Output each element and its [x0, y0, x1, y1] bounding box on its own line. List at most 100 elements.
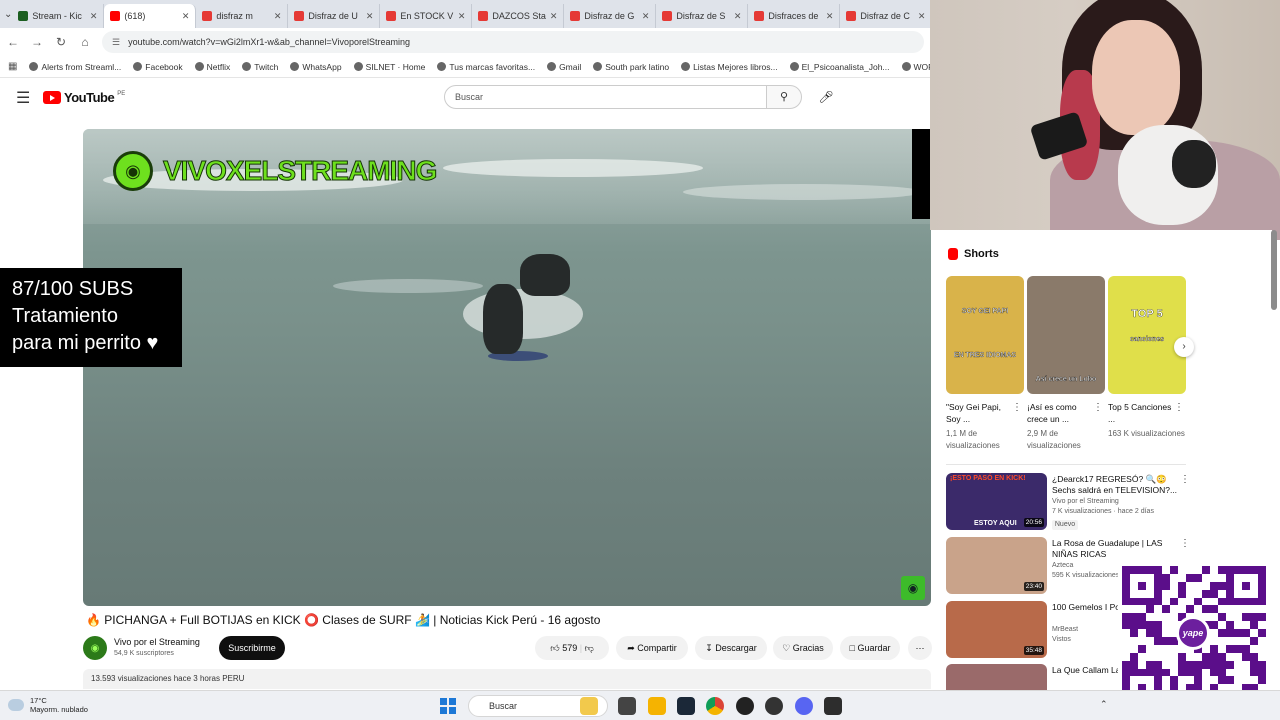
file-explorer-icon[interactable]	[648, 697, 666, 715]
shorts-next-arrow-icon[interactable]: ›	[1174, 337, 1194, 357]
close-tab-icon[interactable]: ✕	[734, 11, 742, 22]
short-thumb-text: SOY GEI PAPI	[961, 308, 1009, 315]
apps-grid-icon[interactable]: ▦	[8, 61, 17, 72]
forward-icon[interactable]: →	[30, 35, 44, 49]
browser-tab[interactable]: Stream - Kic ✕	[12, 4, 105, 28]
tab-title: disfraz m	[216, 11, 253, 21]
close-tab-icon[interactable]: ✕	[90, 11, 98, 22]
bookmark-label: WORD ON	[913, 61, 930, 72]
browser-tab[interactable]: Disfraz de U ✕	[288, 4, 381, 28]
download-button[interactable]: ↧ Descargar	[695, 636, 767, 660]
weather-widget[interactable]: 17°C Mayorm. nublado	[8, 696, 88, 714]
close-tab-icon[interactable]: ✕	[458, 11, 466, 22]
close-tab-icon[interactable]: ✕	[918, 11, 926, 22]
gmail-favicon-icon	[846, 11, 857, 21]
subscribe-button[interactable]: Suscribirme	[219, 636, 285, 660]
share-button[interactable]: ➦ Compartir	[616, 636, 688, 660]
short-menu-icon[interactable]: ⋮	[1093, 402, 1103, 413]
app-icon[interactable]	[765, 697, 783, 715]
browser-tab[interactable]: DAZCOS Sta ✕	[472, 4, 565, 28]
recommended-menu-icon[interactable]: ⋮	[1180, 474, 1190, 485]
close-tab-icon[interactable]: ✕	[642, 11, 650, 22]
back-icon[interactable]: ←	[6, 35, 20, 49]
windows-taskbar: 17°C Mayorm. nublado Buscar ⌃	[0, 690, 1280, 720]
tab-search-icon[interactable]: ⌄	[4, 9, 12, 20]
tray-chevron-icon[interactable]: ⌃	[1100, 699, 1108, 710]
bookmark-item[interactable]: Alerts from Streaml...	[29, 62, 121, 72]
new-badge: Nuevo	[1052, 520, 1078, 530]
gmail-favicon-icon	[202, 11, 213, 21]
obs-icon[interactable]	[736, 697, 754, 715]
recommended-channel[interactable]: Vivo por el Streaming	[1052, 497, 1164, 507]
short-menu-icon[interactable]: ⋮	[1012, 402, 1022, 413]
bookmark-item[interactable]: Facebook	[133, 62, 183, 72]
bookmark-item[interactable]: El_Psicoanalista_Joh...	[789, 62, 890, 72]
bookmark-favicon-icon	[437, 62, 447, 71]
browser-tab[interactable]: (618) ✕	[104, 4, 197, 28]
recommended-thumbnail[interactable]: 23:40	[946, 537, 1047, 594]
bookmark-item[interactable]: South park latino	[593, 62, 669, 72]
address-bar[interactable]: ☰ youtube.com/watch?v=wGi2lmXr1-w&ab_cha…	[102, 31, 924, 53]
short-title[interactable]: "Soy Gei Papi, Soy ...	[946, 401, 1012, 425]
video-duration: 35:48	[1023, 646, 1044, 655]
bookmark-item[interactable]: Tus marcas favoritas...	[437, 62, 535, 72]
site-info-icon[interactable]: ☰	[112, 37, 120, 48]
description-box[interactable]: 13.593 visualizaciones hace 3 horas PERU	[83, 669, 931, 689]
close-tab-icon[interactable]: ✕	[182, 11, 190, 22]
windows-start-icon[interactable]	[440, 698, 456, 714]
like-button[interactable]: 👍︎ 579	[550, 643, 577, 653]
reload-icon[interactable]: ↻	[54, 35, 68, 49]
short-thumbnail[interactable]: TOP 5 canciones	[1108, 276, 1186, 394]
close-tab-icon[interactable]: ✕	[274, 11, 282, 22]
browser-tab[interactable]: Disfraces de ✕	[748, 4, 841, 28]
voice-search-button[interactable]: 🎤︎	[815, 86, 837, 108]
discord-icon[interactable]	[795, 697, 813, 715]
bookmark-item[interactable]: WhatsApp	[290, 62, 342, 72]
save-button[interactable]: □ Guardar	[840, 636, 900, 660]
channel-avatar[interactable]: ◉	[83, 636, 107, 660]
bookmark-item[interactable]: WORD ON	[901, 61, 930, 72]
gmail-favicon-icon	[386, 11, 397, 21]
streamer-face	[1092, 20, 1180, 135]
recommended-menu-icon[interactable]: ⋮	[1180, 538, 1190, 549]
thanks-button[interactable]: ♡ Gracias	[773, 636, 833, 660]
browser-tab[interactable]: Disfraz de G ✕	[564, 4, 657, 28]
menu-icon[interactable]: ☰	[16, 88, 30, 108]
recommended-thumbnail[interactable]: 35:48	[946, 601, 1047, 658]
dislike-button[interactable]: 👎︎	[585, 643, 594, 653]
app-icon[interactable]	[824, 697, 842, 715]
short-thumbnail[interactable]: SOY GEI PAPI EN TRES IDIOMAS	[946, 276, 1024, 394]
task-view-icon[interactable]	[618, 697, 636, 715]
steam-icon[interactable]	[677, 697, 695, 715]
page-scrollbar[interactable]	[1271, 230, 1277, 310]
recommended-thumbnail[interactable]: ¡ESTO PASÓ EN KICK! ESTOY AQUI 20:56	[946, 473, 1047, 530]
close-tab-icon[interactable]: ✕	[366, 11, 374, 22]
chrome-icon[interactable]	[706, 697, 724, 715]
home-icon[interactable]: ⌂	[78, 35, 92, 49]
video-player[interactable]: ◉ VIVOXELSTREAMING ◉	[83, 129, 931, 606]
more-actions-button[interactable]: ⋯	[908, 636, 932, 660]
recommended-title[interactable]: ¿Dearck17 REGRESÓ? 🔍😳 Sechs saldrá en TE…	[1052, 474, 1180, 496]
search-button[interactable]: ⚲	[766, 85, 802, 109]
bookmark-item[interactable]: Twitch	[242, 62, 278, 72]
short-title[interactable]: Top 5 Canciones ...	[1108, 401, 1174, 425]
channel-name[interactable]: Vivo por el Streaming	[114, 637, 200, 647]
browser-tab[interactable]: Disfraz de C ✕	[840, 4, 933, 28]
short-thumbnail[interactable]: Así crece un Lobo	[1027, 276, 1105, 394]
widgets-icon[interactable]	[580, 697, 598, 715]
watermark-logo-icon: ◉	[901, 576, 925, 600]
bookmark-item[interactable]: SILNET · Home	[353, 62, 425, 72]
recommended-title[interactable]: La Rosa de Guadalupe | LAS NIÑAS RICAS	[1052, 538, 1180, 560]
youtube-logo[interactable]: YouTube PE	[43, 90, 125, 105]
bookmark-item[interactable]: Gmail	[547, 62, 581, 72]
close-tab-icon[interactable]: ✕	[550, 11, 558, 22]
browser-tab[interactable]: disfraz m ✕	[196, 4, 289, 28]
browser-tab[interactable]: Disfraz de S ✕	[656, 4, 749, 28]
search-input[interactable]: Buscar	[444, 85, 767, 109]
short-menu-icon[interactable]: ⋮	[1174, 402, 1184, 413]
close-tab-icon[interactable]: ✕	[826, 11, 834, 22]
bookmark-item[interactable]: Netflix	[194, 62, 230, 72]
bookmark-item[interactable]: Listas Mejores libros...	[681, 62, 778, 72]
short-title[interactable]: ¡Así es como crece un ...	[1027, 401, 1093, 425]
browser-tab[interactable]: En STOCK V ✕	[380, 4, 473, 28]
